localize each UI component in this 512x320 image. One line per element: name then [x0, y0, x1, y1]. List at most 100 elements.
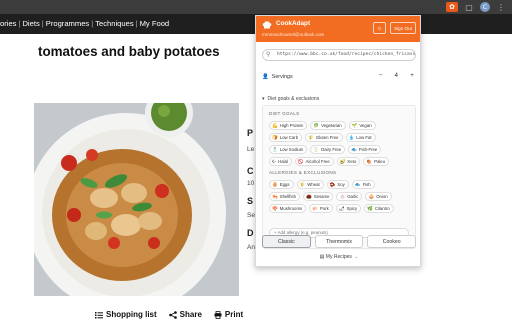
chip-label: Halal: [278, 159, 288, 164]
servings-value: 4: [394, 72, 398, 79]
chip-label: Garlic: [347, 194, 359, 199]
chip-fish-free[interactable]: 🐟 Fish-Free: [348, 145, 382, 154]
chip-shellfish[interactable]: 🦐 Shellfish: [269, 192, 300, 201]
chip-wheat[interactable]: 🌾 Wheat: [296, 180, 324, 189]
people-icon: 👤: [262, 74, 269, 80]
nav-item-programmes[interactable]: Programmes: [46, 19, 89, 28]
sign-out-button[interactable]: Sign Out: [390, 22, 416, 34]
chip-label: Vegan: [359, 123, 372, 128]
chip-onion[interactable]: 🧅 Onion: [365, 192, 392, 201]
crescent-icon: ☪: [272, 159, 277, 164]
chip-pork[interactable]: 🐖 Pork: [309, 204, 333, 213]
chip-soy[interactable]: 🫘 Soy: [326, 180, 349, 189]
recipe-url-field[interactable]: https://www.bbc.co.uk/food/recipes/chick…: [262, 49, 416, 61]
chip-label: Shellfish: [279, 194, 296, 199]
list-icon: [95, 311, 103, 318]
print-label: Print: [224, 310, 244, 319]
wheat-icon: 🌾: [308, 135, 314, 140]
milk-icon: 🥛: [313, 147, 320, 152]
chip-dairy-free[interactable]: 🥛 Dairy Free: [310, 145, 346, 154]
share-icon: [168, 310, 177, 319]
chip-label: High Protein: [279, 123, 304, 128]
chip-mushrooms[interactable]: 🍄 Mushrooms: [269, 204, 307, 213]
drop-icon: 💧: [348, 135, 355, 140]
chip-label: Fish-Free: [358, 147, 378, 152]
chip-halal[interactable]: ☪ Halal: [269, 157, 292, 166]
chip-eggs[interactable]: 🥚 Eggs: [269, 180, 294, 189]
nav-item-categories[interactable]: ories: [0, 19, 16, 28]
meat-icon: 🍖: [366, 159, 373, 164]
extensions-puzzle-icon[interactable]: ▢: [464, 2, 474, 12]
chip-garlic[interactable]: 🧄 Garlic: [336, 192, 363, 201]
popup-header: CookAdapt mmmrachnamel@outlook.com ☼ Sig…: [256, 16, 420, 42]
allergies-heading: ALLERGIES & EXCLUSIONS: [269, 170, 337, 175]
bean-icon: 🫘: [329, 182, 336, 187]
chip-label: Onion: [376, 194, 388, 199]
cookadapt-popup: CookAdapt mmmrachnamel@outlook.com ☼ Sig…: [255, 15, 421, 267]
chip-low-sodium[interactable]: 🧂 Low Sodium: [269, 145, 308, 154]
diet-goals-row: 🧂 Low Sodium 🥛 Dairy Free 🐟 Fish-Free: [269, 145, 382, 154]
my-recipes-label: My Recipes: [325, 254, 352, 260]
servings-row: 👤 Servings − 4 +: [262, 71, 416, 85]
chip-spicy[interactable]: 🌶 Spicy: [335, 204, 362, 213]
dish-illustration: [34, 103, 239, 296]
diet-goals-row: 💪 High Protein 🥬 Vegetarian 🌱 Vegan: [269, 121, 376, 130]
extension-cookadapt-icon[interactable]: ✿: [446, 2, 458, 12]
chip-sesame[interactable]: 🌰 Sesame: [302, 192, 334, 201]
shopping-list-button[interactable]: Shopping list: [95, 310, 157, 319]
shopping-list-label: Shopping list: [106, 310, 157, 319]
chip-vegetarian[interactable]: 🥬 Vegetarian: [310, 121, 346, 130]
chip-label: Sesame: [313, 194, 330, 199]
allergies-row: 🦐 Shellfish 🌰 Sesame 🧄 Garlic 🧅 Onion: [269, 192, 392, 201]
chip-high-protein[interactable]: 💪 High Protein: [269, 121, 308, 130]
share-label: Share: [179, 310, 202, 319]
servings-stepper: − 4 +: [377, 72, 416, 79]
book-icon: ▤: [319, 254, 325, 260]
avocado-icon: 🥑: [339, 159, 346, 164]
share-button[interactable]: Share: [168, 310, 202, 319]
user-email: mmmrachnamel@outlook.com: [262, 32, 325, 37]
chip-low-fat[interactable]: 💧 Low Fat: [345, 133, 376, 142]
mode-cookeo-button[interactable]: Cookeo: [367, 235, 417, 248]
nav-item-diets[interactable]: Diets: [22, 19, 39, 28]
profile-avatar[interactable]: C: [480, 2, 490, 12]
menu-kebab-icon[interactable]: ⋮: [496, 2, 506, 12]
muscle-icon: 💪: [272, 123, 278, 128]
chip-label: Spicy: [346, 206, 358, 211]
chip-label: Wheat: [307, 182, 320, 187]
chip-vegan[interactable]: 🌱 Vegan: [348, 121, 376, 130]
diet-goals-toggle[interactable]: ▾ Diet goals & exclusions: [262, 96, 319, 102]
allergies-row: 🍄 Mushrooms 🐖 Pork 🌶 Spicy 🌿 Cilantro: [269, 204, 394, 213]
chip-label: Dairy Free: [321, 147, 342, 152]
mode-thermomix-button[interactable]: Thermomix: [314, 235, 364, 248]
chip-keto[interactable]: 🥑 Keto: [336, 157, 361, 166]
chip-label: Eggs: [279, 182, 290, 187]
diet-panel: DIET GOALS 💪 High Protein 🥬 Vegetarian 🌱 Ve…: [262, 105, 416, 249]
chip-gluten-free[interactable]: 🌾 Gluten Free: [305, 133, 343, 142]
cooking-mode-selector: Classic Thermomix Cookeo: [262, 235, 417, 248]
servings-label: Servings: [271, 74, 293, 80]
browser-toolbar: ✿ ▢ C ⋮: [446, 2, 506, 12]
shrimp-icon: 🦐: [272, 194, 278, 199]
nav-item-techniques[interactable]: Techniques: [95, 19, 133, 28]
theme-toggle-button[interactable]: ☼: [373, 22, 386, 34]
info-heading: P: [247, 128, 254, 138]
my-recipes-link[interactable]: ▤ My Recipes →: [256, 254, 420, 260]
chip-low-carb[interactable]: 🍞 Low Carb: [269, 133, 303, 142]
decrease-servings-button[interactable]: −: [377, 72, 385, 79]
mode-classic-button[interactable]: Classic: [262, 235, 311, 248]
chip-paleo[interactable]: 🍖 Paleo: [363, 157, 390, 166]
chip-label: Gluten Free: [315, 135, 339, 140]
salt-icon: 🧂: [272, 147, 278, 152]
chip-fish[interactable]: 🐟 Fish: [351, 180, 375, 189]
nav-item-my-food[interactable]: My Food: [140, 19, 170, 28]
chip-label: Alcohol Free: [305, 159, 330, 164]
increase-servings-button[interactable]: +: [408, 72, 416, 79]
caret-down-icon: ▾: [262, 96, 265, 102]
info-text: Se: [247, 212, 255, 219]
diet-goals-row: ☪ Halal 🚫 Alcohol Free 🥑 Keto 🍖 Paleo: [269, 157, 390, 166]
egg-icon: 🥚: [272, 182, 278, 187]
print-button[interactable]: Print: [214, 310, 243, 319]
chip-alcohol-free[interactable]: 🚫 Alcohol Free: [294, 157, 334, 166]
chip-cilantro[interactable]: 🌿 Cilantro: [364, 204, 394, 213]
